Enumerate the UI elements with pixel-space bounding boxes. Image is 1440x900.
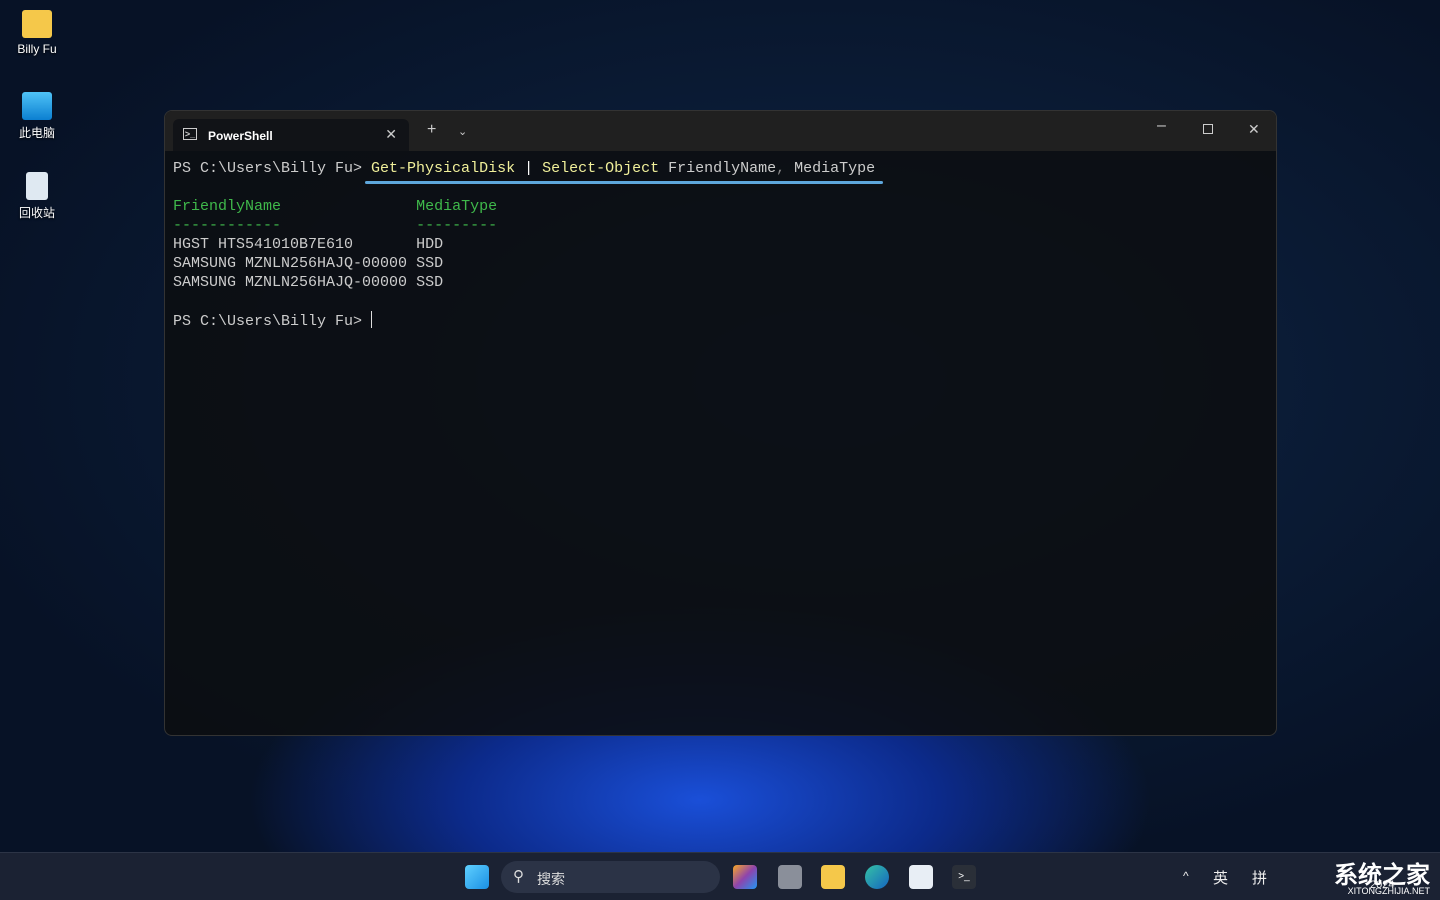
- input-language[interactable]: 英: [1213, 867, 1228, 888]
- maximize-button[interactable]: [1203, 124, 1213, 134]
- desktop-icon-recycle-bin[interactable]: 回收站: [8, 172, 66, 221]
- computer-icon: [22, 92, 52, 120]
- desktop-icon-billy-fu[interactable]: Billy Fu: [8, 10, 66, 56]
- chevron-down-icon[interactable]: ⌄: [458, 125, 467, 138]
- store-icon[interactable]: [909, 865, 933, 889]
- table-row: HGST HTS541010B7E610 HDD: [173, 236, 444, 253]
- recycle-bin-icon: [26, 172, 48, 200]
- table-row: SAMSUNG MZNLN256HAJQ-00000 SSD: [173, 255, 444, 272]
- chevron-up-icon[interactable]: ^: [1183, 869, 1189, 883]
- minimize-button[interactable]: –: [1157, 117, 1166, 135]
- powershell-icon: >_: [183, 128, 197, 140]
- watermark-logo: 系统之家 XITONGZHIJIA.NET: [1334, 862, 1430, 896]
- taskbar: ⚲ 搜索 >_ ^ 英 拼 2024 系统之家 XITONGZHIJIA.NET: [0, 852, 1440, 900]
- copilot-icon[interactable]: [733, 865, 757, 889]
- terminal-window: >_ PowerShell ✕ + ⌄ – ✕ PS C:\Users\Bill…: [164, 110, 1277, 736]
- task-view-icon[interactable]: [778, 865, 802, 889]
- terminal-icon[interactable]: >_: [952, 865, 976, 889]
- text-cursor: [371, 311, 373, 328]
- tab-bar: >_ PowerShell ✕ + ⌄ – ✕: [165, 111, 1276, 151]
- desktop-icon-this-pc[interactable]: 此电脑: [8, 92, 66, 141]
- folder-icon: [22, 10, 52, 38]
- edge-icon[interactable]: [865, 865, 889, 889]
- terminal-output[interactable]: PS C:\Users\Billy Fu> Get-PhysicalDisk |…: [173, 159, 875, 331]
- tab-powershell[interactable]: >_ PowerShell ✕: [173, 119, 409, 151]
- start-icon[interactable]: [465, 865, 489, 889]
- search-box[interactable]: ⚲ 搜索: [501, 861, 720, 893]
- file-explorer-icon[interactable]: [821, 865, 845, 889]
- table-row: SAMSUNG MZNLN256HAJQ-00000 SSD: [173, 274, 444, 291]
- close-window-button[interactable]: ✕: [1248, 121, 1260, 138]
- new-tab-button[interactable]: +: [427, 121, 436, 139]
- close-tab-icon[interactable]: ✕: [385, 126, 397, 143]
- input-method[interactable]: 拼: [1252, 867, 1267, 888]
- search-icon: ⚲: [513, 868, 524, 885]
